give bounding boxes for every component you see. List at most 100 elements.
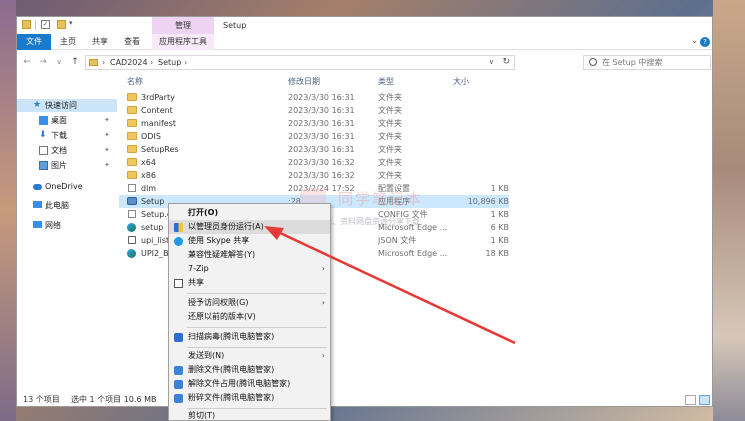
pin-icon[interactable]: ✦: [104, 114, 110, 127]
forward-arrow-icon[interactable]: →: [37, 55, 49, 69]
pin-icon[interactable]: ✦: [104, 129, 110, 142]
tab-app-tools[interactable]: 应用程序工具: [152, 34, 214, 50]
toolbar-divider: [35, 20, 36, 30]
nav-item-this-pc[interactable]: 此电脑: [17, 199, 117, 212]
cell-date: 2023/3/30 16:32: [288, 158, 355, 167]
nav-item-documents[interactable]: 文档 ✦: [17, 144, 117, 157]
table-row[interactable]: x64 2023/3/30 16:32 文件夹: [119, 156, 509, 169]
cell-type: 文件夹: [378, 106, 402, 115]
network-icon: [33, 221, 42, 228]
menu-item-scan-virus[interactable]: 扫描病毒(腾讯电脑管家): [169, 330, 330, 344]
table-row[interactable]: x86 2023/3/30 16:32 文件夹: [119, 169, 509, 182]
table-row[interactable]: manifest 2023/3/30 16:31 文件夹: [119, 117, 509, 130]
cell-name: setup: [141, 223, 164, 232]
menu-item-label: 剪切(T): [188, 411, 216, 420]
column-header-size[interactable]: 大小: [453, 75, 469, 89]
menu-item-shred-file[interactable]: 粉碎文件(腾讯电脑管家): [169, 391, 330, 405]
breadcrumb-separator: ›: [184, 58, 188, 67]
cell-name: manifest: [141, 119, 177, 128]
nav-item-pictures[interactable]: 图片 ✦: [17, 159, 117, 172]
table-row[interactable]: 3rdParty 2023/3/30 16:31 文件夹: [119, 91, 509, 104]
search-box[interactable]: 在 Setup 中搜索: [583, 55, 711, 70]
recent-locations-icon[interactable]: ∨: [53, 55, 65, 69]
tencent-delete-icon: [174, 366, 183, 375]
cell-type: 文件夹: [378, 171, 402, 180]
folder-icon: [127, 119, 137, 127]
tab-home[interactable]: 主页: [57, 34, 79, 50]
nav-item-onedrive[interactable]: OneDrive: [17, 180, 117, 193]
menu-item-label: 使用 Skype 共享: [188, 236, 250, 245]
edge-icon: [127, 249, 136, 258]
tab-view[interactable]: 查看: [121, 34, 143, 50]
menu-item-skype-share[interactable]: 使用 Skype 共享: [169, 234, 330, 248]
menu-divider: [187, 327, 327, 328]
large-icons-view-button[interactable]: [699, 395, 710, 405]
json-file-icon: [128, 236, 136, 244]
tencent-unlock-icon: [174, 380, 183, 389]
context-menu: 打开(O) 以管理员身份运行(A) 使用 Skype 共享 兼容性疑难解答(Y)…: [168, 203, 331, 421]
application-icon: [127, 197, 137, 205]
cell-type: Microsoft Edge ...: [378, 249, 448, 258]
up-arrow-icon[interactable]: ↑: [69, 55, 81, 69]
column-header-name[interactable]: 名称: [127, 75, 143, 89]
nav-label: 文档: [51, 146, 67, 155]
menu-item-label: 打开(O): [188, 208, 219, 217]
menu-item-restore-versions[interactable]: 还原以前的版本(V): [169, 310, 330, 324]
menu-item-send-to[interactable]: 发送到(N) ›: [169, 349, 330, 363]
cell-name: dlm: [141, 184, 157, 193]
picture-icon: [39, 161, 48, 170]
cell-date: 2023/3/30 16:31: [288, 119, 355, 128]
menu-item-open[interactable]: 打开(O): [169, 206, 330, 220]
chevron-down-icon[interactable]: ∨: [489, 56, 494, 69]
nav-item-downloads[interactable]: ⬇ 下载 ✦: [17, 129, 117, 142]
menu-item-label: 还原以前的版本(V): [188, 312, 256, 321]
desktop-background-left: [0, 0, 16, 421]
column-header-date[interactable]: 修改日期: [288, 75, 320, 89]
nav-item-quick-access[interactable]: ★ 快速访问: [17, 99, 117, 112]
pin-icon[interactable]: ✦: [104, 159, 110, 172]
item-count: 13 个项目: [23, 395, 60, 404]
properties-icon[interactable]: ✓: [41, 20, 50, 29]
nav-item-network[interactable]: 网络: [17, 219, 117, 232]
breadcrumb-setup[interactable]: Setup: [158, 56, 181, 69]
tab-file[interactable]: 文件: [17, 34, 51, 50]
pin-icon[interactable]: ✦: [104, 144, 110, 157]
menu-item-label: 授予访问权限(G): [188, 298, 249, 307]
breadcrumb-cad2024[interactable]: CAD2024: [110, 56, 148, 69]
menu-item-7zip[interactable]: 7-Zip ›: [169, 262, 330, 276]
ribbon-tabs: 文件 主页 共享 查看 应用程序工具 ⌄ ?: [17, 34, 712, 50]
help-icon[interactable]: ?: [700, 37, 710, 47]
back-arrow-icon[interactable]: ←: [21, 55, 33, 69]
folder-icon: [127, 158, 137, 166]
cell-type: CONFIG 文件: [378, 210, 428, 219]
menu-item-delete-file[interactable]: 删除文件(腾讯电脑管家): [169, 363, 330, 377]
table-row[interactable]: SetupRes 2023/3/30 16:31 文件夹: [119, 143, 509, 156]
menu-item-compatibility[interactable]: 兼容性疑难解答(Y): [169, 248, 330, 262]
tencent-shred-icon: [174, 394, 183, 403]
table-row[interactable]: dlm 2023/2/24 17:52 配置设置 1 KB: [119, 182, 509, 195]
refresh-icon[interactable]: ↻: [502, 56, 510, 69]
chevron-down-icon[interactable]: ▾: [69, 19, 73, 27]
folder-icon: [127, 171, 137, 179]
nav-item-desktop[interactable]: 桌面 ✦: [17, 114, 117, 127]
expand-ribbon-icon[interactable]: ⌄: [691, 36, 698, 45]
cell-size: 1 KB: [490, 210, 509, 219]
menu-item-share[interactable]: 共享: [169, 276, 330, 290]
details-view-button[interactable]: [685, 395, 696, 405]
address-bar[interactable]: › CAD2024 › Setup › ∨ ↻: [85, 55, 515, 70]
table-row[interactable]: ODIS 2023/3/30 16:31 文件夹: [119, 130, 509, 143]
column-header-type[interactable]: 类型: [378, 75, 394, 89]
menu-item-unlock-file[interactable]: 解除文件占用(腾讯电脑管家): [169, 377, 330, 391]
menu-item-cut[interactable]: 剪切(T): [169, 409, 330, 421]
cell-type: 文件夹: [378, 119, 402, 128]
menu-item-label: 发送到(N): [188, 351, 225, 360]
new-folder-icon[interactable]: [57, 20, 66, 29]
cell-type: 文件夹: [378, 145, 402, 154]
cell-type: JSON 文件: [378, 236, 417, 245]
tab-share[interactable]: 共享: [89, 34, 111, 50]
folder-icon: [127, 106, 137, 114]
table-row[interactable]: Content 2023/3/30 16:31 文件夹: [119, 104, 509, 117]
menu-item-grant-access[interactable]: 授予访问权限(G) ›: [169, 296, 330, 310]
desktop-background-right: [713, 0, 745, 421]
menu-item-run-as-admin[interactable]: 以管理员身份运行(A): [169, 220, 330, 234]
